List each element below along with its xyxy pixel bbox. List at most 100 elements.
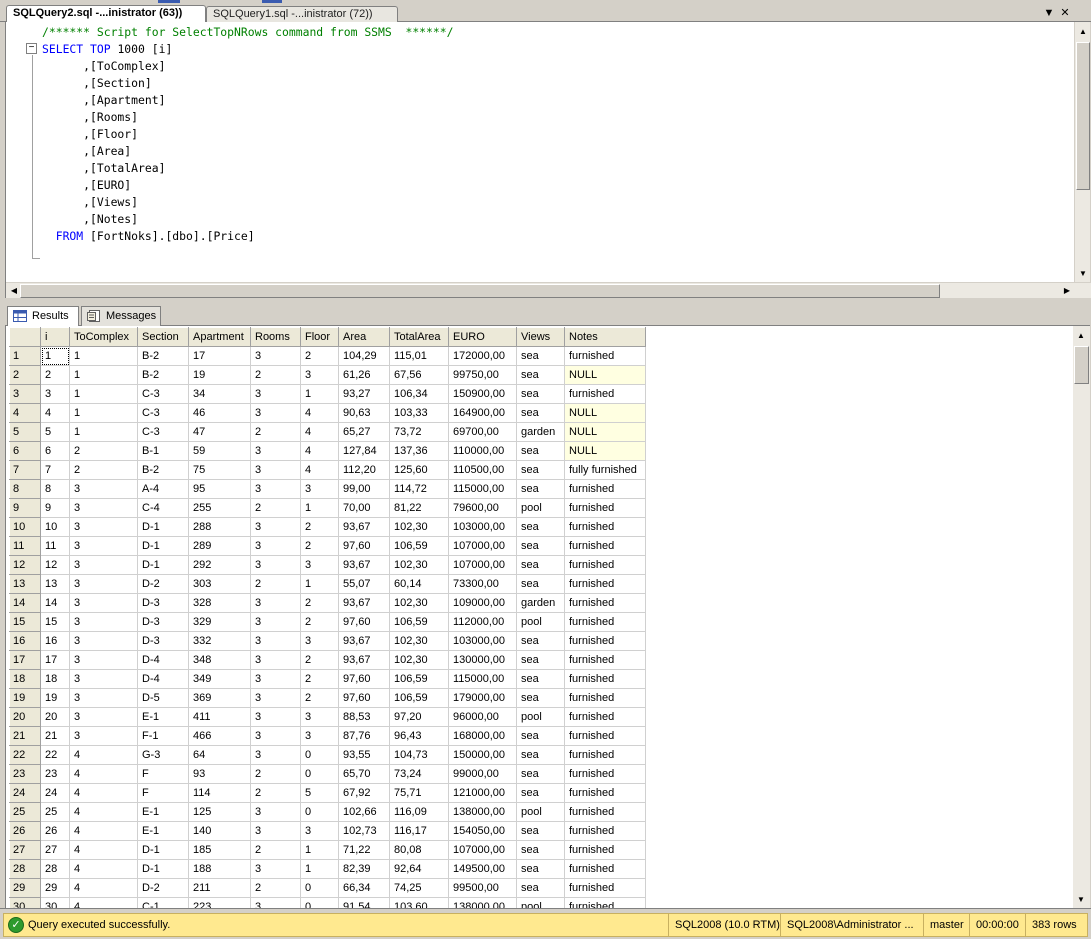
cell-rooms[interactable]: 3 <box>250 593 301 613</box>
cell-section[interactable]: D-5 <box>137 688 189 708</box>
row-number[interactable]: 24 <box>9 783 41 803</box>
tab-messages[interactable]: Messages <box>81 306 161 326</box>
cell-section[interactable]: E-1 <box>137 707 189 727</box>
cell-i[interactable]: 26 <box>40 821 70 841</box>
cell-notes[interactable]: furnished <box>564 479 646 499</box>
row-number[interactable]: 8 <box>9 479 41 499</box>
cell-notes[interactable]: furnished <box>564 650 646 670</box>
cell-euro[interactable]: 150900,00 <box>448 384 517 404</box>
cell-tocomplex[interactable]: 3 <box>69 536 138 556</box>
cell-floor[interactable]: 5 <box>300 783 339 803</box>
cell-i[interactable]: 20 <box>40 707 70 727</box>
table-row[interactable]: 22 22 4 G-3 64 3 0 93,55 104,73 150000,00 sea furni… <box>9 745 646 765</box>
cell-notes[interactable]: fully furnished <box>564 460 646 480</box>
results-grid[interactable]: i ToComplex Section Apartment Rooms Floor Area… <box>5 326 1090 908</box>
cell-views[interactable]: pool <box>516 612 565 632</box>
table-row[interactable]: 16 16 3 D-3 332 3 3 93,67 102,30 103000,00 sea furn… <box>9 631 646 651</box>
table-row[interactable]: 17 17 3 D-4 348 3 2 93,67 102,30 130000,00 sea furn… <box>9 650 646 670</box>
cell-rooms[interactable]: 3 <box>250 688 301 708</box>
cell-i[interactable]: 9 <box>40 498 70 518</box>
table-row[interactable]: 13 13 3 D-2 303 2 1 55,07 60,14 73300,00 sea furnis… <box>9 574 646 594</box>
cell-tocomplex[interactable]: 3 <box>69 631 138 651</box>
cell-totalarea[interactable]: 116,17 <box>389 821 449 841</box>
cell-views[interactable]: sea <box>516 346 565 366</box>
cell-floor[interactable]: 4 <box>300 441 339 461</box>
cell-notes[interactable]: furnished <box>564 536 646 556</box>
cell-rooms[interactable]: 2 <box>250 498 301 518</box>
cell-section[interactable]: D-1 <box>137 840 189 860</box>
table-row[interactable]: 1 1 1 B-2 17 3 2 104,29 115,01 172000,00 sea furnis… <box>9 346 646 366</box>
cell-rooms[interactable]: 3 <box>250 536 301 556</box>
cell-i[interactable]: 17 <box>40 650 70 670</box>
cell-euro[interactable]: 110500,00 <box>448 460 517 480</box>
cell-area[interactable]: 93,67 <box>338 593 390 613</box>
cell-totalarea[interactable]: 106,59 <box>389 612 449 632</box>
cell-area[interactable]: 55,07 <box>338 574 390 594</box>
cell-views[interactable]: sea <box>516 574 565 594</box>
table-row[interactable]: 26 26 4 E-1 140 3 3 102,73 116,17 154050,00 sea fur… <box>9 821 646 841</box>
cell-totalarea[interactable]: 102,30 <box>389 555 449 575</box>
cell-euro[interactable]: 154050,00 <box>448 821 517 841</box>
cell-tocomplex[interactable]: 3 <box>69 517 138 537</box>
cell-area[interactable]: 97,60 <box>338 536 390 556</box>
cell-notes[interactable]: furnished <box>564 745 646 765</box>
cell-tocomplex[interactable]: 4 <box>69 878 138 898</box>
table-row[interactable]: 14 14 3 D-3 328 3 2 93,67 102,30 109000,00 garden f… <box>9 593 646 613</box>
cell-section[interactable]: B-2 <box>137 460 189 480</box>
cell-area[interactable]: 112,20 <box>338 460 390 480</box>
cell-floor[interactable]: 1 <box>300 840 339 860</box>
cell-totalarea[interactable]: 103,33 <box>389 403 449 423</box>
cell-tocomplex[interactable]: 4 <box>69 897 138 908</box>
collapse-outline-icon[interactable]: − <box>26 43 37 54</box>
cell-apartment[interactable]: 75 <box>188 460 251 480</box>
cell-apartment[interactable]: 95 <box>188 479 251 499</box>
cell-i[interactable]: 7 <box>40 460 70 480</box>
cell-views[interactable]: sea <box>516 650 565 670</box>
cell-section[interactable]: D-2 <box>137 574 189 594</box>
column-header-euro[interactable]: EURO <box>448 327 517 347</box>
cell-views[interactable]: sea <box>516 878 565 898</box>
cell-apartment[interactable]: 348 <box>188 650 251 670</box>
cell-floor[interactable]: 1 <box>300 384 339 404</box>
row-number[interactable]: 26 <box>9 821 41 841</box>
cell-apartment[interactable]: 114 <box>188 783 251 803</box>
table-row[interactable]: 8 8 3 A-4 95 3 3 99,00 114,72 115000,00 sea furnish… <box>9 479 646 499</box>
column-header-apartment[interactable]: Apartment <box>188 327 251 347</box>
cell-floor[interactable]: 2 <box>300 650 339 670</box>
cell-floor[interactable]: 2 <box>300 669 339 689</box>
cell-totalarea[interactable]: 75,71 <box>389 783 449 803</box>
cell-apartment[interactable]: 46 <box>188 403 251 423</box>
cell-euro[interactable]: 99000,00 <box>448 764 517 784</box>
editor-vertical-scrollbar[interactable]: ▲ ▼ <box>1074 22 1090 282</box>
cell-section[interactable]: C-3 <box>137 403 189 423</box>
cell-area[interactable]: 93,55 <box>338 745 390 765</box>
cell-euro[interactable]: 149500,00 <box>448 859 517 879</box>
cell-totalarea[interactable]: 125,60 <box>389 460 449 480</box>
close-document-icon[interactable]: ✕ <box>1058 6 1072 20</box>
cell-section[interactable]: D-1 <box>137 555 189 575</box>
cell-euro[interactable]: 179000,00 <box>448 688 517 708</box>
cell-totalarea[interactable]: 116,09 <box>389 802 449 822</box>
cell-section[interactable]: E-1 <box>137 802 189 822</box>
cell-rooms[interactable]: 3 <box>250 479 301 499</box>
cell-views[interactable]: sea <box>516 403 565 423</box>
cell-floor[interactable]: 2 <box>300 346 339 366</box>
cell-section[interactable]: D-3 <box>137 612 189 632</box>
cell-rooms[interactable]: 3 <box>250 517 301 537</box>
row-number[interactable]: 23 <box>9 764 41 784</box>
cell-notes[interactable]: NULL <box>564 422 646 442</box>
tab-results[interactable]: Results <box>7 306 79 326</box>
cell-tocomplex[interactable]: 1 <box>69 384 138 404</box>
table-row[interactable]: 27 27 4 D-1 185 2 1 71,22 80,08 107000,00 sea furni… <box>9 840 646 860</box>
cell-rooms[interactable]: 3 <box>250 650 301 670</box>
cell-section[interactable]: B-2 <box>137 365 189 385</box>
cell-i[interactable]: 13 <box>40 574 70 594</box>
cell-views[interactable]: sea <box>516 783 565 803</box>
cell-rooms[interactable]: 3 <box>250 403 301 423</box>
cell-euro[interactable]: 96000,00 <box>448 707 517 727</box>
cell-euro[interactable]: 107000,00 <box>448 840 517 860</box>
cell-tocomplex[interactable]: 4 <box>69 859 138 879</box>
scroll-up-icon[interactable]: ▲ <box>1075 24 1091 40</box>
cell-notes[interactable]: furnished <box>564 821 646 841</box>
cell-apartment[interactable]: 223 <box>188 897 251 908</box>
